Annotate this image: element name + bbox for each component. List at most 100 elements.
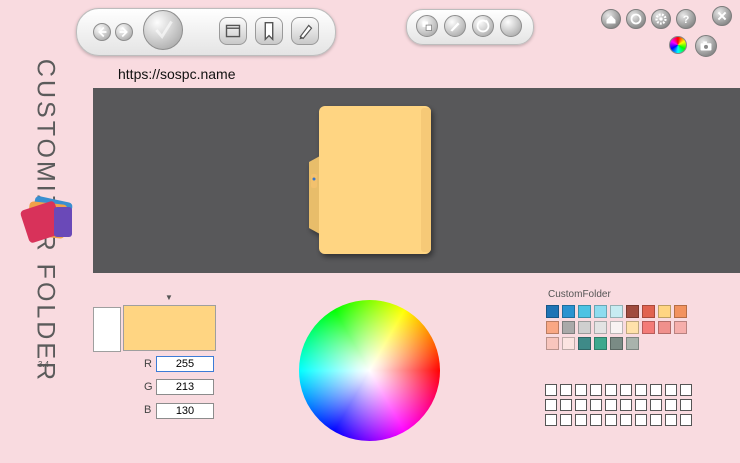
refresh-icon xyxy=(476,19,490,33)
custom-color-slot[interactable] xyxy=(560,384,572,396)
custom-color-slot[interactable] xyxy=(545,399,557,411)
custom-color-slot[interactable] xyxy=(635,384,647,396)
forward-button[interactable] xyxy=(115,23,133,41)
palette-swatch[interactable] xyxy=(626,321,639,334)
swatch-dropdown-icon[interactable]: ▼ xyxy=(165,293,173,302)
custom-color-slot[interactable] xyxy=(620,399,632,411)
custom-color-slot[interactable] xyxy=(605,414,617,426)
brush-button[interactable] xyxy=(444,15,466,37)
g-input[interactable] xyxy=(156,379,214,395)
palette-swatch[interactable] xyxy=(594,337,607,350)
palette-swatch[interactable] xyxy=(578,321,591,334)
apply-button[interactable] xyxy=(143,10,183,50)
camera-icon xyxy=(700,41,712,51)
pencil-icon xyxy=(299,24,313,40)
close-icon xyxy=(717,11,727,21)
custom-color-slot[interactable] xyxy=(575,399,587,411)
custom-color-slot[interactable] xyxy=(605,384,617,396)
checkmark-icon xyxy=(155,20,173,40)
custom-color-slot[interactable] xyxy=(575,414,587,426)
custom-color-slot[interactable] xyxy=(680,414,692,426)
custom-color-slot[interactable] xyxy=(620,384,632,396)
custom-color-slot[interactable] xyxy=(665,399,677,411)
close-button[interactable] xyxy=(712,6,732,26)
screenshot-button[interactable] xyxy=(695,35,717,57)
settings-button[interactable] xyxy=(651,9,671,29)
circle-icon xyxy=(501,16,521,36)
custom-color-slot[interactable] xyxy=(605,399,617,411)
back-button[interactable] xyxy=(93,23,111,41)
custom-color-slot[interactable] xyxy=(635,414,647,426)
sync-icon xyxy=(630,13,642,25)
folder-icon-window-button[interactable] xyxy=(219,17,247,45)
home-button[interactable] xyxy=(601,9,621,29)
custom-color-slot[interactable] xyxy=(590,414,602,426)
folder-preview-icon xyxy=(309,106,431,254)
custom-color-slot[interactable] xyxy=(665,384,677,396)
edit-button[interactable] xyxy=(291,17,319,45)
copy-icon xyxy=(422,21,432,31)
blank-button[interactable] xyxy=(500,15,522,37)
b-input[interactable] xyxy=(156,403,214,419)
palette-swatch[interactable] xyxy=(546,321,559,334)
custom-color-slot[interactable] xyxy=(620,414,632,426)
custom-color-slot[interactable] xyxy=(680,399,692,411)
palette-swatch[interactable] xyxy=(642,305,655,318)
custom-color-slot[interactable] xyxy=(560,399,572,411)
palette-swatch[interactable] xyxy=(562,321,575,334)
custom-color-slot[interactable] xyxy=(575,384,587,396)
custom-color-slot[interactable] xyxy=(680,384,692,396)
custom-color-slot[interactable] xyxy=(650,399,662,411)
custom-color-slot[interactable] xyxy=(650,414,662,426)
color-wheel[interactable] xyxy=(299,300,440,441)
home-icon xyxy=(606,15,616,24)
website-url[interactable]: https://sospc.name xyxy=(118,66,236,82)
custom-color-slot[interactable] xyxy=(545,384,557,396)
palette-swatch[interactable] xyxy=(658,305,671,318)
palette-swatch[interactable] xyxy=(594,305,607,318)
custom-color-slot[interactable] xyxy=(590,384,602,396)
palette-swatch[interactable] xyxy=(626,305,639,318)
custom-color-slot[interactable] xyxy=(545,414,557,426)
color-picker-button[interactable] xyxy=(669,36,687,54)
palette-swatch[interactable] xyxy=(578,337,591,350)
help-button[interactable]: ? xyxy=(676,9,696,29)
palette-swatch[interactable] xyxy=(658,321,671,334)
app-logo-icon xyxy=(20,196,73,243)
brush-icon xyxy=(450,22,460,32)
palette-swatch[interactable] xyxy=(562,337,575,350)
custom-color-slot[interactable] xyxy=(590,399,602,411)
refresh-button[interactable] xyxy=(472,15,494,37)
bookmark-button[interactable] xyxy=(255,17,283,45)
custom-color-slot[interactable] xyxy=(665,414,677,426)
custom-color-slot[interactable] xyxy=(560,414,572,426)
tools-toolbar xyxy=(406,9,534,45)
palette-swatch[interactable] xyxy=(546,337,559,350)
custom-color-slot[interactable] xyxy=(635,399,647,411)
folder-preview-area xyxy=(93,88,740,273)
custom-color-slots xyxy=(545,384,692,426)
svg-text:?: ? xyxy=(683,14,690,26)
original-color-swatch xyxy=(93,307,121,352)
custom-color-slot[interactable] xyxy=(650,384,662,396)
palette-swatch[interactable] xyxy=(610,305,623,318)
b-label: B xyxy=(144,404,152,416)
copy-button[interactable] xyxy=(416,15,438,37)
palette-swatch[interactable] xyxy=(642,321,655,334)
palette-swatch[interactable] xyxy=(674,305,687,318)
current-color-swatch xyxy=(123,305,216,351)
palette-swatch[interactable] xyxy=(674,321,687,334)
arrow-left-icon xyxy=(98,26,107,38)
palette-swatch[interactable] xyxy=(610,321,623,334)
preset-palette xyxy=(546,305,694,350)
sync-button[interactable] xyxy=(626,9,646,29)
help-icon: ? xyxy=(683,14,690,26)
r-input[interactable] xyxy=(156,356,214,372)
palette-swatch[interactable] xyxy=(594,321,607,334)
palette-swatch[interactable] xyxy=(546,305,559,318)
palette-swatch[interactable] xyxy=(562,305,575,318)
window-icon xyxy=(225,24,241,38)
palette-swatch[interactable] xyxy=(578,305,591,318)
palette-swatch[interactable] xyxy=(626,337,639,350)
palette-swatch[interactable] xyxy=(610,337,623,350)
